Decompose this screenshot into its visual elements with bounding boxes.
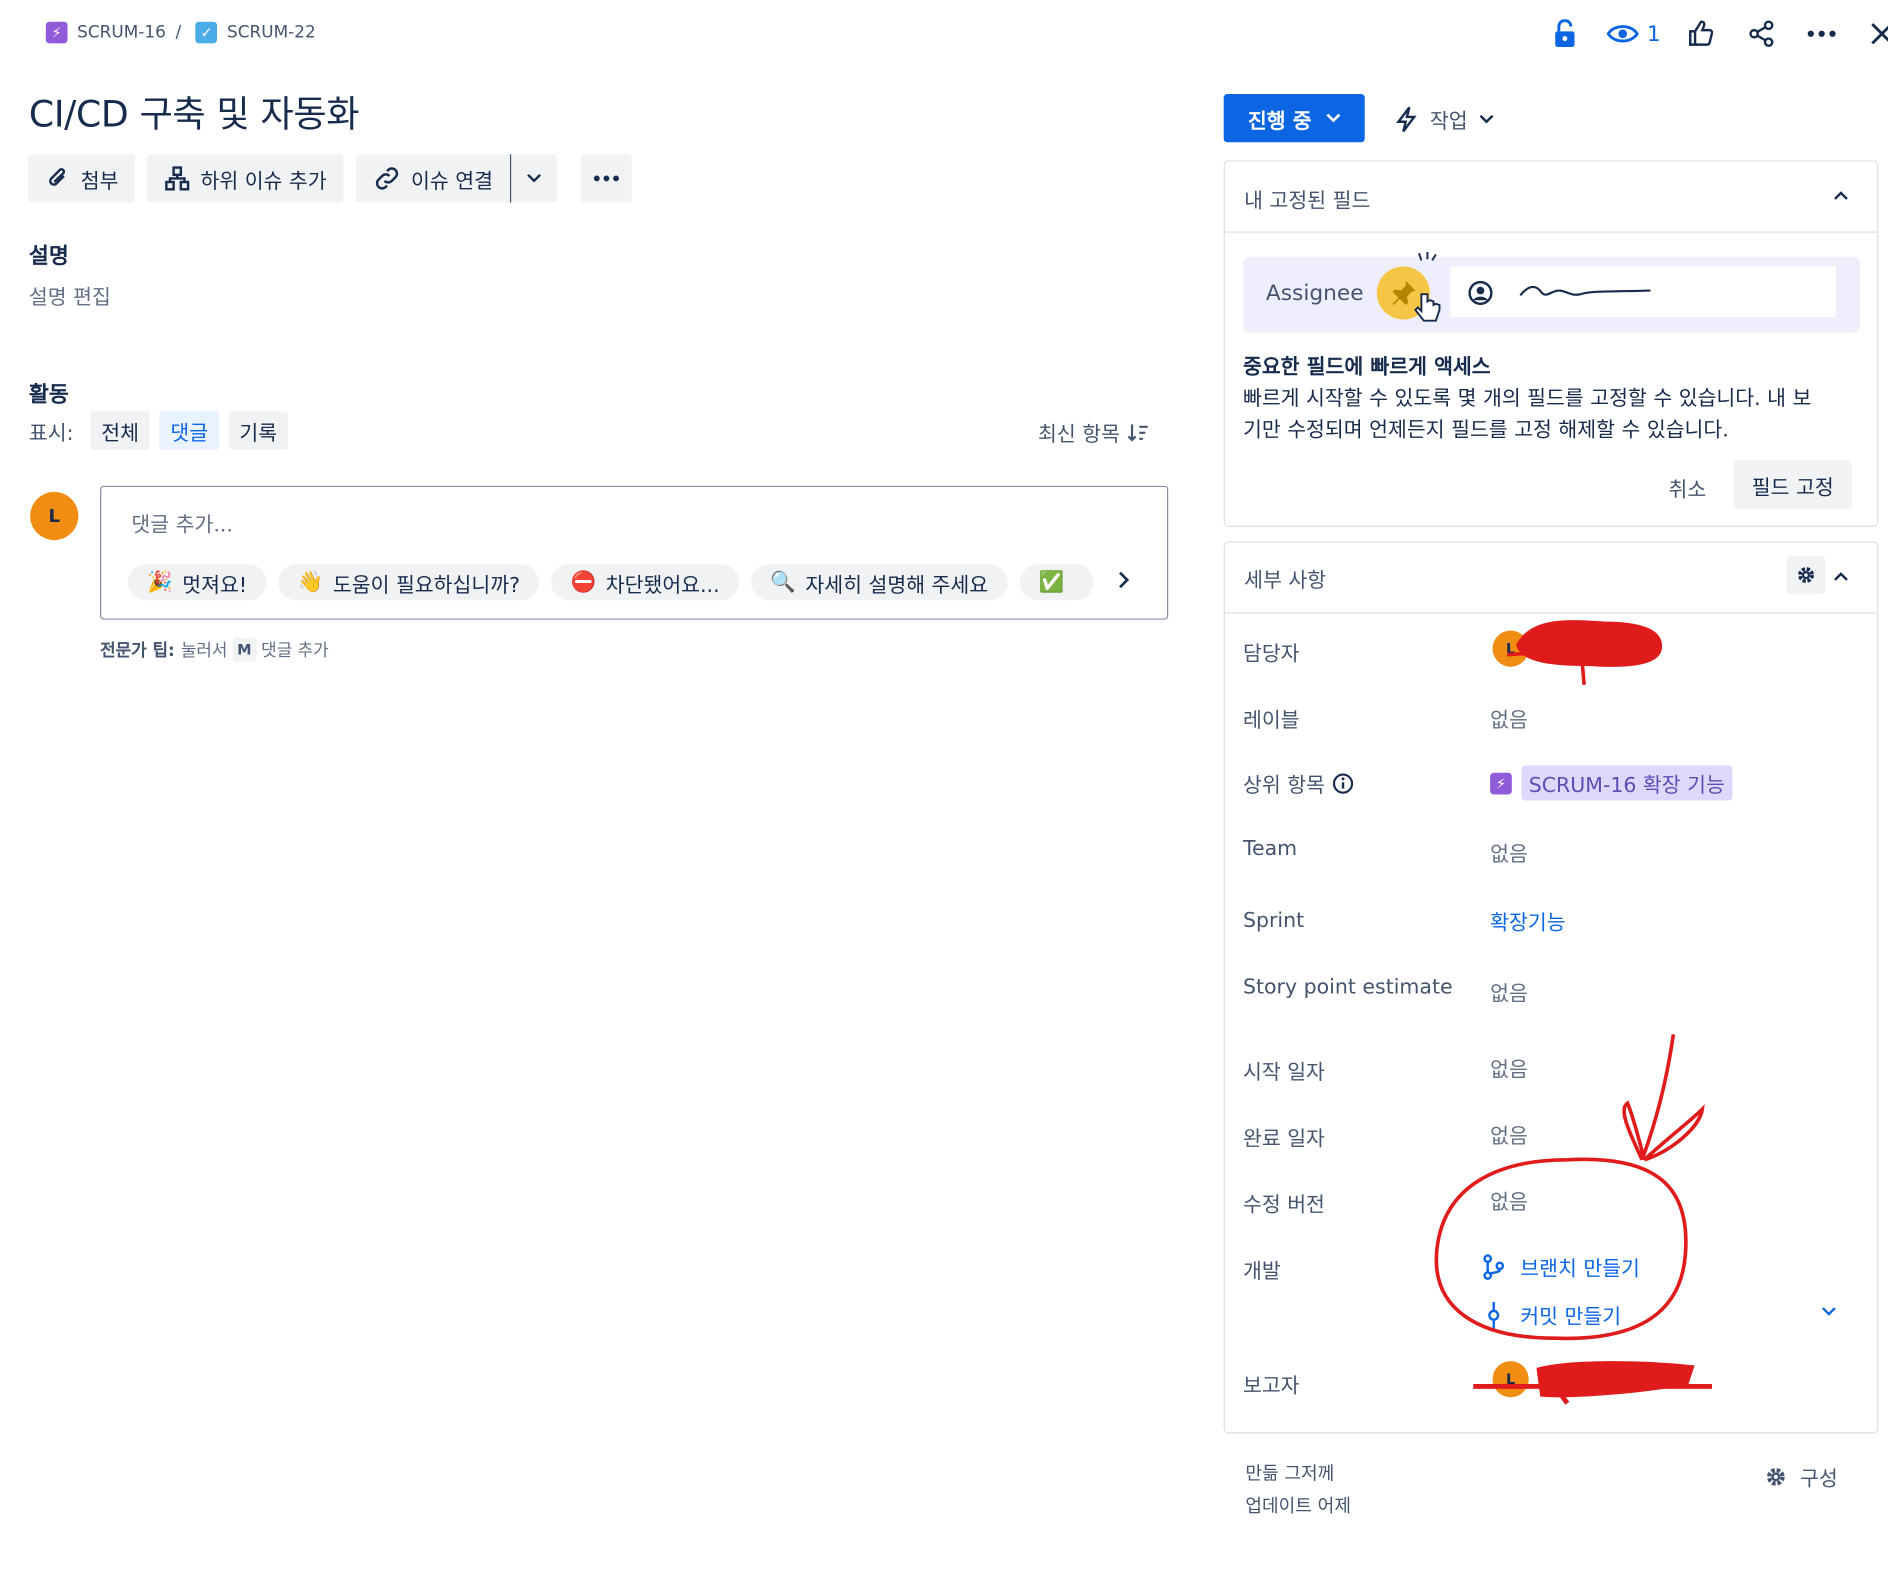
- highlight-circle-and-arrow: [1434, 1034, 1705, 1341]
- annotation-overlay: [1434, 620, 1712, 1405]
